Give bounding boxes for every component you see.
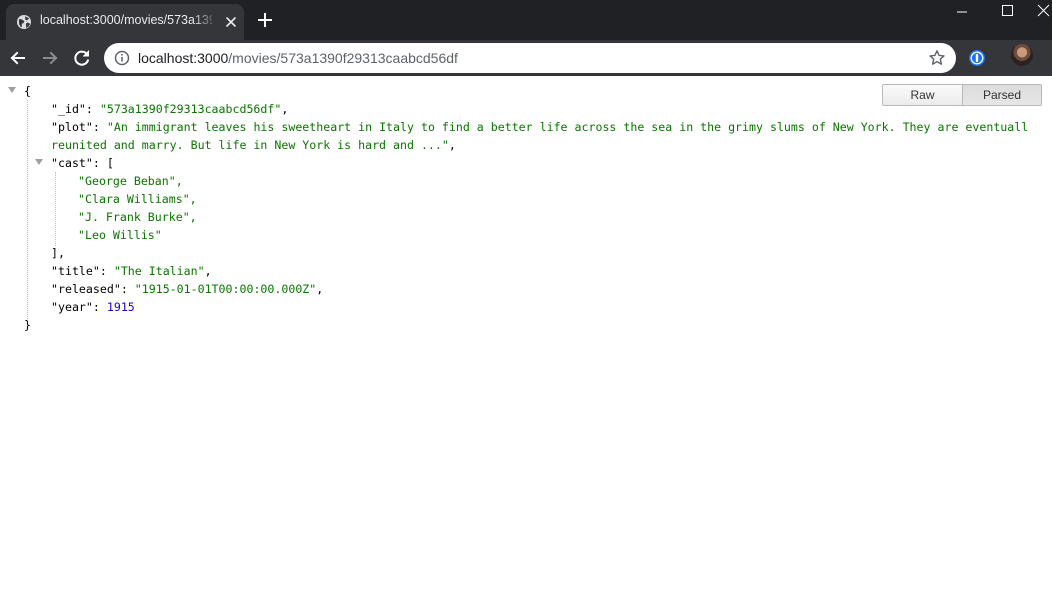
value-plot-line1: "An immigrant leaves his sweetheart in I… xyxy=(106,120,1029,134)
value-title: "The Italian" xyxy=(113,264,205,278)
tab-title: localhost:3000/movies/573a1390 xyxy=(40,13,212,27)
star-icon[interactable] xyxy=(928,49,946,67)
json-row-plot: "plot": "An immigrant leaves his sweethe… xyxy=(51,120,1029,134)
forward-arrow-icon[interactable] xyxy=(40,48,60,68)
maximize-icon[interactable] xyxy=(997,4,1017,18)
json-row-year: "year": 1915 xyxy=(51,300,135,314)
tab-strip: localhost:3000/movies/573a1390 xyxy=(0,0,1052,40)
reload-icon[interactable] xyxy=(72,48,92,68)
json-row-title: "title": "The Italian", xyxy=(51,264,212,278)
root-close-brace: } xyxy=(24,318,31,332)
key-plot: "plot" xyxy=(51,120,93,134)
browser-tab[interactable]: localhost:3000/movies/573a1390 xyxy=(6,4,244,40)
close-icon[interactable] xyxy=(224,15,238,29)
cast-item: "Leo Willis" xyxy=(78,228,162,242)
key-cast: "cast" xyxy=(51,156,93,170)
password-manager-icon[interactable] xyxy=(968,49,986,67)
root-guide xyxy=(27,100,28,319)
cast-item: "J. Frank Burke", xyxy=(78,210,197,224)
close-window-icon[interactable] xyxy=(1036,4,1052,18)
cast-item: "George Beban", xyxy=(78,174,183,188)
cast-item: "Clara Williams", xyxy=(78,192,197,206)
collapse-root-icon[interactable] xyxy=(8,87,16,93)
value-year: 1915 xyxy=(106,300,135,314)
tab-title-fade xyxy=(192,10,218,32)
url-text[interactable]: localhost:3000/movies/573a1390f29313caab… xyxy=(138,50,458,66)
globe-icon xyxy=(17,15,31,29)
minimize-icon[interactable] xyxy=(952,4,972,18)
cast-guide xyxy=(55,172,56,246)
key-title: "title" xyxy=(51,264,100,278)
key-year: "year" xyxy=(51,300,93,314)
url-host: localhost:3000 xyxy=(138,50,229,66)
json-row-released: "released": "1915-01-01T00:00:00.000Z", xyxy=(51,282,324,296)
avatar[interactable] xyxy=(1011,44,1033,66)
value-id: "573a1390f29313caabcd56df" xyxy=(99,102,282,116)
root-open-brace: { xyxy=(24,84,31,98)
json-row-cast: "cast": [ xyxy=(51,156,114,170)
key-released: "released" xyxy=(51,282,121,296)
collapse-cast-icon[interactable] xyxy=(35,159,43,165)
value-released: "1915-01-01T00:00:00.000Z" xyxy=(134,282,317,296)
json-row-id: "_id": "573a1390f29313caabcd56df", xyxy=(51,102,289,116)
address-bar[interactable]: localhost:3000/movies/573a1390f29313caab… xyxy=(104,43,956,73)
back-arrow-icon[interactable] xyxy=(8,48,28,68)
value-plot-line2: reunited and marry. But life in New York… xyxy=(51,138,449,152)
plus-icon[interactable] xyxy=(256,11,274,29)
key-id: "_id" xyxy=(51,102,86,116)
info-icon[interactable] xyxy=(114,50,130,66)
url-path: /movies/573a1390f29313caabcd56df xyxy=(228,50,458,66)
json-row-plot-cont: reunited and marry. But life in New York… xyxy=(51,138,456,152)
json-viewer: { "_id": "573a1390f29313caabcd56df", "pl… xyxy=(0,82,1052,604)
browser-toolbar: localhost:3000/movies/573a1390f29313caab… xyxy=(0,40,1052,76)
cast-close-bracket: ], xyxy=(51,246,65,260)
